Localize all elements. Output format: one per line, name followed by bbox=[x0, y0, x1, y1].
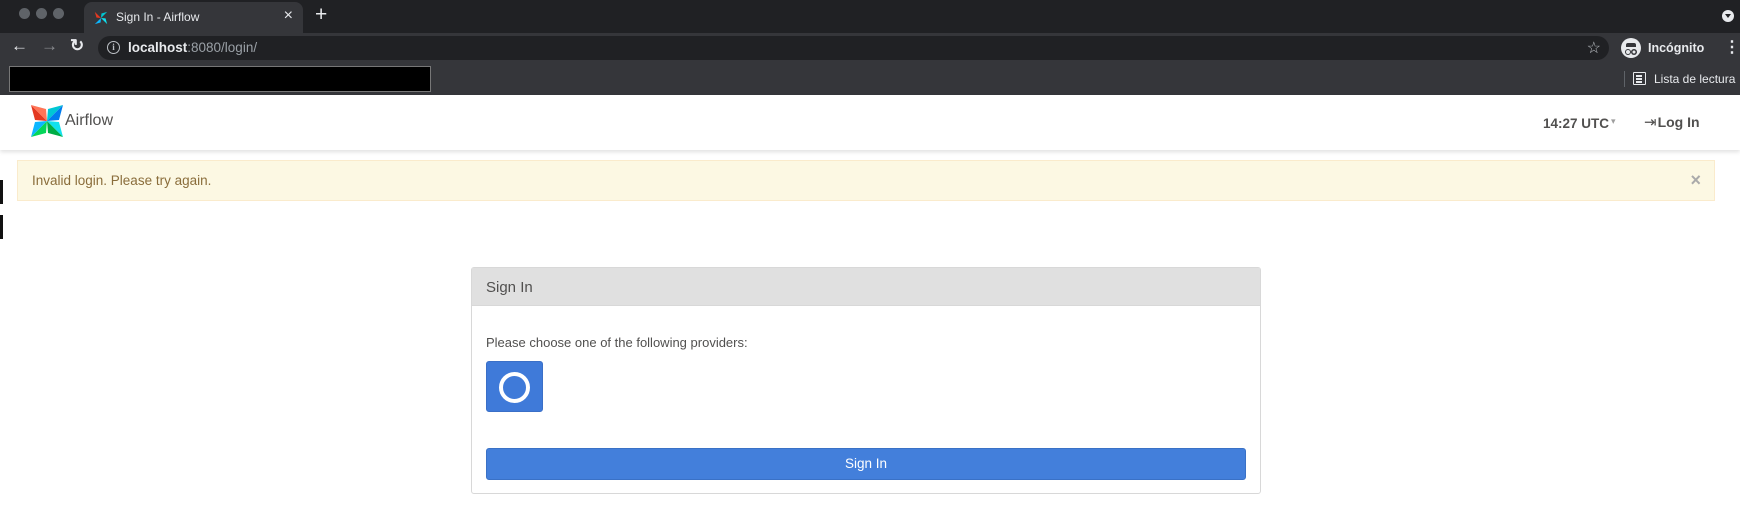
login-icon: ⇥ bbox=[1644, 114, 1657, 131]
close-alert-icon[interactable]: × bbox=[1690, 170, 1701, 191]
reading-list-button[interactable]: Lista de lectura bbox=[1654, 72, 1735, 86]
error-alert: Invalid login. Please try again. × bbox=[17, 160, 1715, 201]
address-bar[interactable]: i localhost:8080/login/ ☆ bbox=[98, 36, 1609, 60]
site-info-icon[interactable]: i bbox=[107, 41, 120, 54]
browser-tab-active[interactable]: Sign In - Airflow × bbox=[84, 2, 303, 33]
clock-display[interactable]: 14:27 UTC bbox=[1543, 116, 1609, 131]
panel-title: Sign In bbox=[486, 279, 533, 296]
minimize-window-button[interactable] bbox=[36, 8, 47, 19]
bookmarks-divider bbox=[1624, 71, 1625, 87]
url-host: localhost bbox=[128, 40, 188, 55]
signin-button[interactable]: Sign In bbox=[486, 448, 1246, 480]
incognito-label[interactable]: Incógnito bbox=[1648, 41, 1704, 55]
url-text[interactable]: localhost:8080/login/ bbox=[128, 40, 257, 55]
chevron-down-icon[interactable]: ▾ bbox=[1611, 116, 1616, 127]
tab-title: Sign In - Airflow bbox=[116, 10, 200, 24]
incognito-icon bbox=[1621, 38, 1641, 58]
edge-mark bbox=[0, 215, 3, 239]
circle-provider-icon bbox=[499, 372, 530, 403]
airflow-navbar: Airflow 14:27 UTC ▾ ⇥Log In bbox=[0, 95, 1740, 150]
browser-menu-icon[interactable]: ⋮ bbox=[1724, 37, 1740, 57]
panel-heading: Sign In bbox=[472, 268, 1260, 306]
new-tab-button[interactable]: + bbox=[315, 3, 327, 27]
tab-search-icon[interactable] bbox=[1722, 10, 1734, 22]
browser-toolbar: ← → ↻ i localhost:8080/login/ ☆ Incógnit… bbox=[0, 33, 1740, 63]
login-link[interactable]: ⇥Log In bbox=[1644, 113, 1700, 131]
airflow-logo-icon[interactable] bbox=[30, 104, 64, 138]
maximize-window-button[interactable] bbox=[53, 8, 64, 19]
url-path: :8080/login/ bbox=[187, 40, 258, 55]
edge-mark bbox=[0, 180, 3, 204]
brand-name[interactable]: Airflow bbox=[65, 112, 113, 130]
bookmarks-bar: Lista de lectura bbox=[0, 63, 1740, 95]
bookmark-star-icon[interactable]: ☆ bbox=[1587, 38, 1601, 58]
close-window-button[interactable] bbox=[19, 8, 30, 19]
login-label: Log In bbox=[1657, 114, 1700, 130]
page-content: Airflow 14:27 UTC ▾ ⇥Log In Invalid logi… bbox=[0, 95, 1740, 512]
reading-list-icon bbox=[1633, 72, 1646, 85]
reload-button[interactable]: ↻ bbox=[70, 36, 84, 56]
alert-message: Invalid login. Please try again. bbox=[32, 173, 212, 188]
provider-button[interactable] bbox=[486, 361, 543, 412]
browser-tab-strip: Sign In - Airflow × + bbox=[0, 0, 1740, 33]
airflow-favicon-icon bbox=[94, 11, 108, 25]
signin-panel: Sign In Please choose one of the followi… bbox=[471, 267, 1261, 494]
providers-prompt: Please choose one of the following provi… bbox=[486, 335, 748, 350]
forward-button[interactable]: → bbox=[41, 36, 58, 56]
back-button[interactable]: ← bbox=[11, 36, 28, 56]
close-tab-icon[interactable]: × bbox=[284, 7, 293, 25]
redacted-bookmarks bbox=[9, 66, 431, 92]
